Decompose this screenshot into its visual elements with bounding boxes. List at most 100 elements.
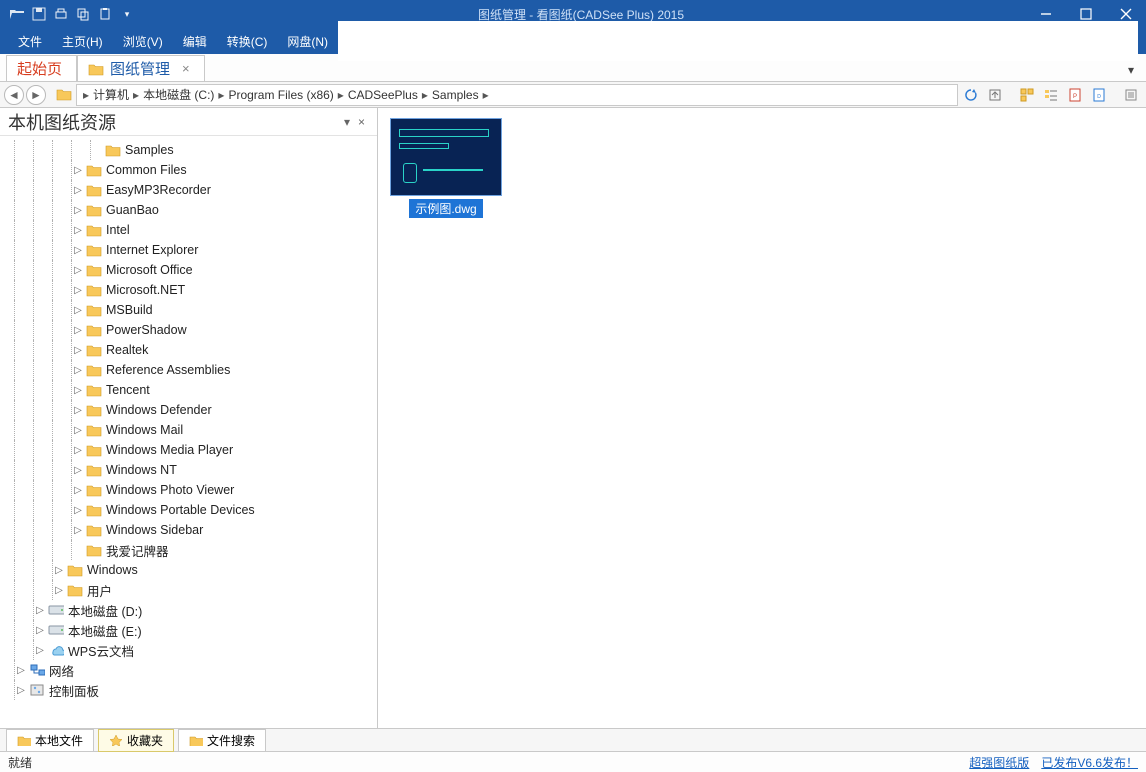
tree-twisty-icon[interactable]: ▷ xyxy=(72,285,84,296)
tree-twisty-icon[interactable]: ▷ xyxy=(34,625,46,636)
tree-twisty-icon[interactable]: ▷ xyxy=(34,645,46,656)
settings-icon[interactable] xyxy=(1120,84,1142,106)
tree-item[interactable]: Samples xyxy=(2,140,375,160)
style-dropdown-icon[interactable]: ▾ xyxy=(400,31,420,51)
nav-forward-button[interactable]: ► xyxy=(26,85,46,105)
tree-item[interactable]: ▷PowerShadow xyxy=(2,320,375,340)
tree-twisty-icon[interactable] xyxy=(91,145,103,156)
save-icon[interactable] xyxy=(30,5,48,23)
tree-item[interactable]: ▷Windows Mail xyxy=(2,420,375,440)
menu-netdisk[interactable]: 网盘(N) xyxy=(277,30,338,53)
folder-tree[interactable]: Samples▷Common Files▷EasyMP3Recorder▷Gua… xyxy=(0,136,377,728)
breadcrumb-segment[interactable]: 计算机 xyxy=(93,86,129,103)
tree-twisty-icon[interactable]: ▷ xyxy=(72,165,84,176)
menu-file[interactable]: 文件 xyxy=(8,30,52,53)
tools-icon[interactable] xyxy=(374,31,394,51)
tree-twisty-icon[interactable]: ▷ xyxy=(72,185,84,196)
tree-item[interactable]: ▷Windows Sidebar xyxy=(2,520,375,540)
tree-item[interactable]: ▷Microsoft.NET xyxy=(2,280,375,300)
status-link-2[interactable]: 已发布V6.6发布！ xyxy=(1041,754,1138,771)
pointer-dropdown-icon[interactable]: ▾ xyxy=(452,31,472,51)
export-pdf-icon[interactable]: P xyxy=(1064,84,1086,106)
nav-back-button[interactable]: ◄ xyxy=(4,85,24,105)
tree-item[interactable]: ▷本地磁盘 (D:) xyxy=(2,600,375,620)
tree-twisty-icon[interactable]: ▷ xyxy=(72,225,84,236)
menu-home[interactable]: 主页(H) xyxy=(52,30,113,53)
print-icon[interactable] xyxy=(52,5,70,23)
menu-browse[interactable]: 浏览(V) xyxy=(113,30,173,53)
tree-twisty-icon[interactable]: ▷ xyxy=(72,325,84,336)
tree-twisty-icon[interactable]: ▷ xyxy=(72,525,84,536)
tree-item[interactable]: ▷Realtek xyxy=(2,340,375,360)
tree-item[interactable]: ▷Windows Portable Devices xyxy=(2,500,375,520)
tree-item[interactable]: ▷用户 xyxy=(2,580,375,600)
tree-item[interactable]: ▷Intel xyxy=(2,220,375,240)
tree-twisty-icon[interactable]: ▷ xyxy=(34,605,46,616)
bottom-tab-local[interactable]: 本地文件 xyxy=(6,729,94,752)
tree-item[interactable]: ▷Windows Defender xyxy=(2,400,375,420)
pointer-icon[interactable] xyxy=(426,31,446,51)
view-thumbnails-icon[interactable] xyxy=(1016,84,1038,106)
tree-twisty-icon[interactable]: ▷ xyxy=(72,385,84,396)
tree-item[interactable]: 我爱记牌器 xyxy=(2,540,375,560)
tree-twisty-icon[interactable]: ▷ xyxy=(72,245,84,256)
bottom-tab-favorites[interactable]: 收藏夹 xyxy=(98,729,174,752)
breadcrumb-segment[interactable]: Samples xyxy=(432,88,479,102)
tree-twisty-icon[interactable]: ▷ xyxy=(72,305,84,316)
panel-pin-icon[interactable]: ▾ xyxy=(340,115,354,129)
tree-twisty-icon[interactable]: ▷ xyxy=(72,345,84,356)
tree-item[interactable]: ▷Tencent xyxy=(2,380,375,400)
bottom-tab-search[interactable]: 文件搜索 xyxy=(178,729,266,752)
tab-start-page[interactable]: 起始页 xyxy=(6,55,77,81)
copy-icon[interactable] xyxy=(74,5,92,23)
tree-twisty-icon[interactable]: ▷ xyxy=(15,665,27,676)
tree-item[interactable]: ▷EasyMP3Recorder xyxy=(2,180,375,200)
tree-item[interactable]: ▷Microsoft Office xyxy=(2,260,375,280)
tree-item[interactable]: ▷Windows Media Player xyxy=(2,440,375,460)
menu-convert[interactable]: 转换(C) xyxy=(217,30,278,53)
panel-close-icon[interactable]: × xyxy=(354,115,369,129)
tree-twisty-icon[interactable]: ▷ xyxy=(72,205,84,216)
tree-item[interactable]: ▷Internet Explorer xyxy=(2,240,375,260)
user-icon[interactable] xyxy=(504,31,524,51)
tree-twisty-icon[interactable]: ▷ xyxy=(72,485,84,496)
open-icon[interactable] xyxy=(8,5,26,23)
file-thumbnail[interactable]: 示例图.dwg xyxy=(388,118,504,218)
breadcrumb[interactable]: ▸计算机 ▸ 本地磁盘 (C:) ▸ Program Files (x86) ▸… xyxy=(76,84,958,106)
menu-edit[interactable]: 编辑 xyxy=(173,30,217,53)
tree-item[interactable]: ▷Reference Assemblies xyxy=(2,360,375,380)
tree-item[interactable]: ▷Common Files xyxy=(2,160,375,180)
tree-twisty-icon[interactable]: ▷ xyxy=(72,465,84,476)
tree-twisty-icon[interactable]: ▷ xyxy=(72,365,84,376)
tree-twisty-icon[interactable] xyxy=(72,545,84,556)
tree-item[interactable]: ▷Windows xyxy=(2,560,375,580)
tree-item[interactable]: ▷WPS云文档 xyxy=(2,640,375,660)
breadcrumb-segment[interactable]: 本地磁盘 (C:) xyxy=(143,86,214,103)
tree-twisty-icon[interactable]: ▷ xyxy=(72,425,84,436)
tree-twisty-icon[interactable]: ▷ xyxy=(72,405,84,416)
tree-item[interactable]: ▷Windows NT xyxy=(2,460,375,480)
export-dwg-icon[interactable]: D xyxy=(1088,84,1110,106)
tab-drawing-manager[interactable]: 图纸管理 × xyxy=(77,55,205,81)
help-icon[interactable]: ? xyxy=(478,31,498,51)
qat-more-icon[interactable]: ▾ xyxy=(118,5,136,23)
tree-twisty-icon[interactable]: ▷ xyxy=(53,585,65,596)
tree-item[interactable]: ▷Windows Photo Viewer xyxy=(2,480,375,500)
breadcrumb-segment[interactable]: CADSeePlus xyxy=(348,88,418,102)
view-list-icon[interactable] xyxy=(1040,84,1062,106)
content-pane[interactable]: 示例图.dwg xyxy=(378,108,1146,728)
tree-item[interactable]: ▷MSBuild xyxy=(2,300,375,320)
tree-twisty-icon[interactable]: ▷ xyxy=(72,505,84,516)
tree-item[interactable]: ▷本地磁盘 (E:) xyxy=(2,620,375,640)
close-tab-icon[interactable]: × xyxy=(182,61,190,76)
tree-twisty-icon[interactable]: ▷ xyxy=(53,565,65,576)
options-dropdown-icon[interactable]: ▾ xyxy=(348,31,368,51)
tree-twisty-icon[interactable]: ▷ xyxy=(15,685,27,696)
tabs-overflow-icon[interactable]: ▾ xyxy=(1122,59,1140,81)
up-level-icon[interactable] xyxy=(984,84,1006,106)
refresh-icon[interactable] xyxy=(960,84,982,106)
tree-item[interactable]: ▷控制面板 xyxy=(2,680,375,700)
tree-twisty-icon[interactable]: ▷ xyxy=(72,265,84,276)
tree-item[interactable]: ▷网络 xyxy=(2,660,375,680)
tree-item[interactable]: ▷GuanBao xyxy=(2,200,375,220)
